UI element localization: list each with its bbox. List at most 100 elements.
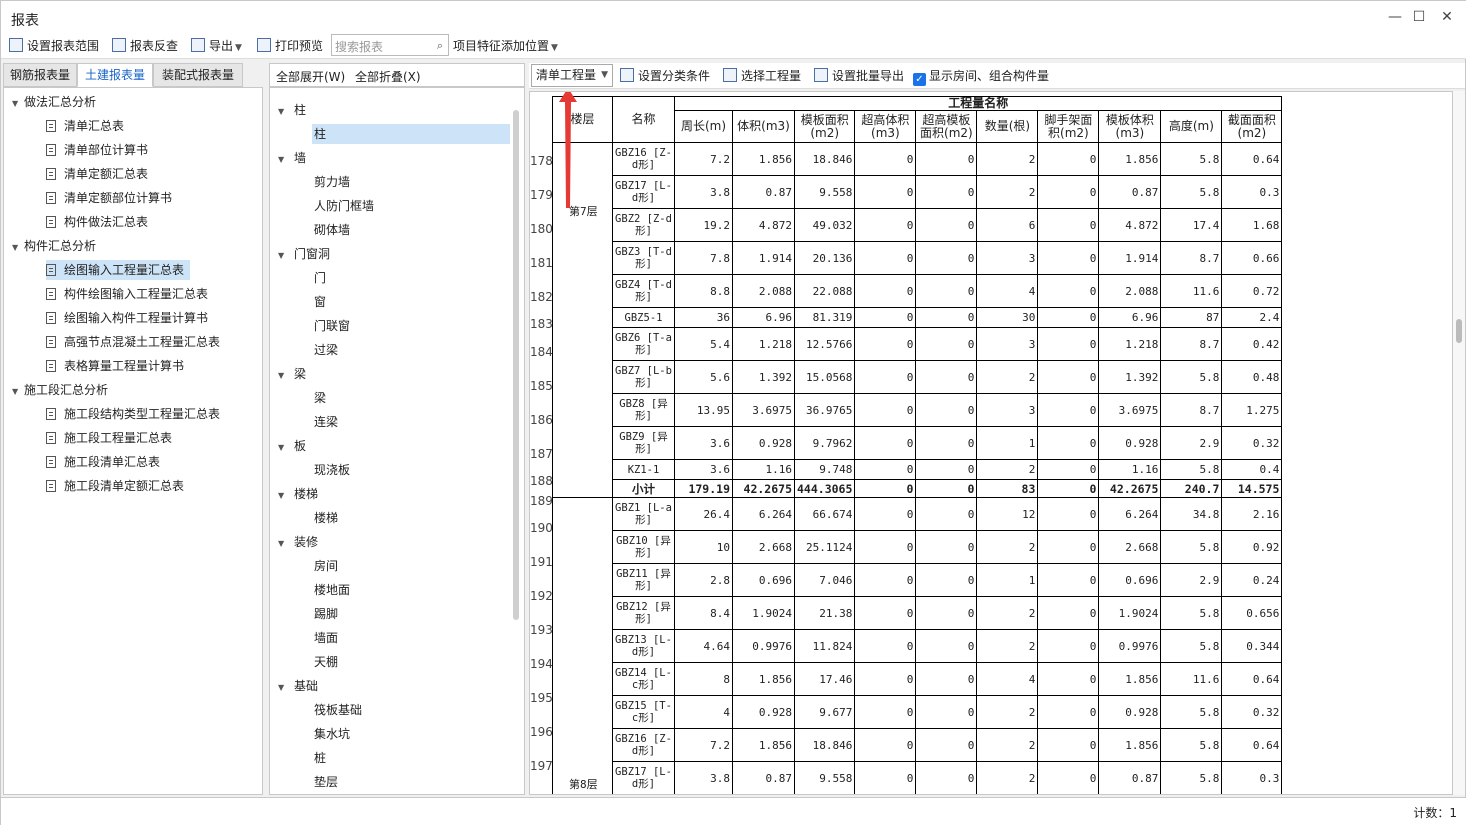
component-item[interactable]: 剪力墙 [312,172,350,192]
component-item[interactable]: 连梁 [312,412,338,432]
name-header: 名称 [612,96,675,143]
tree-group-stage[interactable]: ▼ 施工段汇总分析 [12,380,108,400]
component-item[interactable]: 集水坑 [312,724,350,744]
value-cell: 2 [976,142,1039,176]
tree-item[interactable]: 绘图输入构件工程量计算书 [46,308,214,328]
value-cell: 7.2 [674,728,733,762]
tab-civil[interactable]: 土建报表量 [77,63,153,87]
search-input[interactable]: 搜索报表 ⌕ [331,34,449,56]
tree-item[interactable]: 施工段清单汇总表 [46,452,166,472]
chevron-down-icon: ▼ [12,243,19,252]
tree-group-component[interactable]: ▼ 构件汇总分析 [12,236,96,256]
component-item[interactable]: 楼梯 [312,508,338,528]
minimize-icon[interactable]: — [1385,7,1405,27]
component-group[interactable]: ▼ 基础 [278,676,318,696]
component-group[interactable]: ▼ 板 [278,436,306,456]
value-cell: 0.9976 [732,629,795,663]
component-item[interactable]: 人防门框墙 [312,196,374,216]
select-quantity-button[interactable]: 选择工程量 [723,67,801,85]
tree-item[interactable]: 构件做法汇总表 [46,212,154,232]
main-scrollbar[interactable] [1453,91,1465,795]
component-group-label: 基础 [294,679,319,693]
reverse-check-button[interactable]: 报表反查 [112,36,178,56]
value-cell: 18.846 [793,142,856,176]
tree-item-selected[interactable]: 绘图输入工程量汇总表 [46,260,191,280]
component-item[interactable]: 楼地面 [312,580,350,600]
document-icon [46,312,56,324]
component-item[interactable]: 砌体墙 [312,220,350,240]
component-name-cell: GBZ2 [Z-d形] [612,208,675,242]
tree-group-method[interactable]: ▼ 做法汇总分析 [12,92,96,112]
show-rooms-checkbox[interactable]: ✓ 显示房间、组合构件量 [913,67,1049,86]
component-item-selected[interactable]: 柱 [312,124,510,144]
chevron-down-icon: ▼ [278,491,285,500]
search-icon[interactable]: ⌕ [437,39,443,53]
component-item[interactable]: 筏板基础 [312,700,362,720]
value-cell: 3 [976,393,1039,427]
tree-item[interactable]: 清单定额部位计算书 [46,188,178,208]
set-range-button[interactable]: 设置报表范围 [9,36,99,56]
component-group[interactable]: ▼ 门窗洞 [278,244,330,264]
component-group[interactable]: ▼ 梁 [278,364,306,384]
component-item[interactable]: 天棚 [312,652,338,672]
component-group[interactable]: ▼ 装修 [278,532,318,552]
component-item[interactable]: 窗 [312,292,326,312]
tree-item[interactable]: 清单部位计算书 [46,140,154,160]
table-row: GBZ4 [T-d形] 8.8 2.088 22.088 0 0 4 0 2.088 11.6 0.… [553,274,1283,308]
component-item[interactable]: 门联窗 [312,316,350,336]
component-item[interactable]: 房间 [312,556,338,576]
value-cell: 0 [854,629,917,663]
tree-item[interactable]: 表格算量工程量计算书 [46,356,190,376]
feature-position-button[interactable]: 项目特征添加位置 ▼ [453,36,558,56]
value-cell: 0 [854,393,917,427]
maximize-icon[interactable]: ☐ [1409,7,1429,27]
expand-all-button[interactable]: 全部展开(W) [276,68,345,85]
table-row: 第8层 GBZ1 [L-a形] 26.4 6.264 66.674 0 0 12 0 6.264 3… [552,497,1283,794]
floor-cell: 第8层 [552,497,613,794]
scroll-thumb[interactable] [1456,319,1462,343]
close-icon[interactable]: ✕ [1437,7,1457,27]
value-cell: 2.8 [674,563,733,597]
component-group-label: 板 [294,439,307,453]
value-cell: 0.696 [1098,563,1162,597]
component-group-label: 柱 [294,103,307,117]
tree-item-label: 构件做法汇总表 [64,215,149,229]
set-category-button[interactable]: 设置分类条件 [620,67,710,85]
tree-item[interactable]: 清单汇总表 [46,116,130,136]
component-scrollbar[interactable] [513,110,519,620]
component-item[interactable]: 现浇板 [312,460,350,480]
value-cell: 22.088 [793,274,856,308]
export-button[interactable]: 导出 ▼ [191,36,242,56]
tree-item[interactable]: 施工段清单定额汇总表 [46,476,190,496]
value-cell: 5.4 [674,327,733,361]
tree-item[interactable]: 施工段工程量汇总表 [46,428,178,448]
component-item[interactable]: 门 [312,268,326,288]
value-cell: 6.264 [1098,497,1162,531]
component-item[interactable]: 过梁 [312,340,338,360]
tree-item-label: 清单定额部位计算书 [64,191,173,205]
component-item[interactable]: 墙面 [312,628,338,648]
collapse-all-button[interactable]: 全部折叠(X) [355,68,421,85]
component-item[interactable]: 梁 [312,388,326,408]
batch-export-button[interactable]: 设置批量导出 [814,67,904,85]
component-item[interactable]: 踢脚 [312,604,338,624]
tab-rebar[interactable]: 钢筋报表量 [3,63,77,87]
quantity-type-select[interactable]: 清单工程量 ▼ [531,64,613,87]
row-number: 196 [530,724,553,739]
component-item[interactable]: 桩 [312,748,326,768]
value-cell: 6 [976,208,1039,242]
tab-prefab[interactable]: 装配式报表量 [153,63,243,87]
tree-item[interactable]: 高强节点混凝土工程量汇总表 [46,332,226,352]
print-preview-button[interactable]: 打印预览 [257,36,323,56]
component-item[interactable]: 垫层 [312,772,338,792]
tree-item[interactable]: 清单定额汇总表 [46,164,154,184]
tree-item[interactable]: 构件绘图输入工程量汇总表 [46,284,214,304]
component-name-cell: GBZ8 [异形] [612,393,675,427]
component-group[interactable]: ▼ 柱 [278,100,306,120]
component-group[interactable]: ▼ 楼梯 [278,484,318,504]
value-cell: 3.6975 [732,393,795,427]
component-group[interactable]: ▼ 墙 [278,148,306,168]
value-cell: 0 [854,142,917,176]
export-label: 导出 [209,39,234,53]
tree-item[interactable]: 施工段结构类型工程量汇总表 [46,404,226,424]
